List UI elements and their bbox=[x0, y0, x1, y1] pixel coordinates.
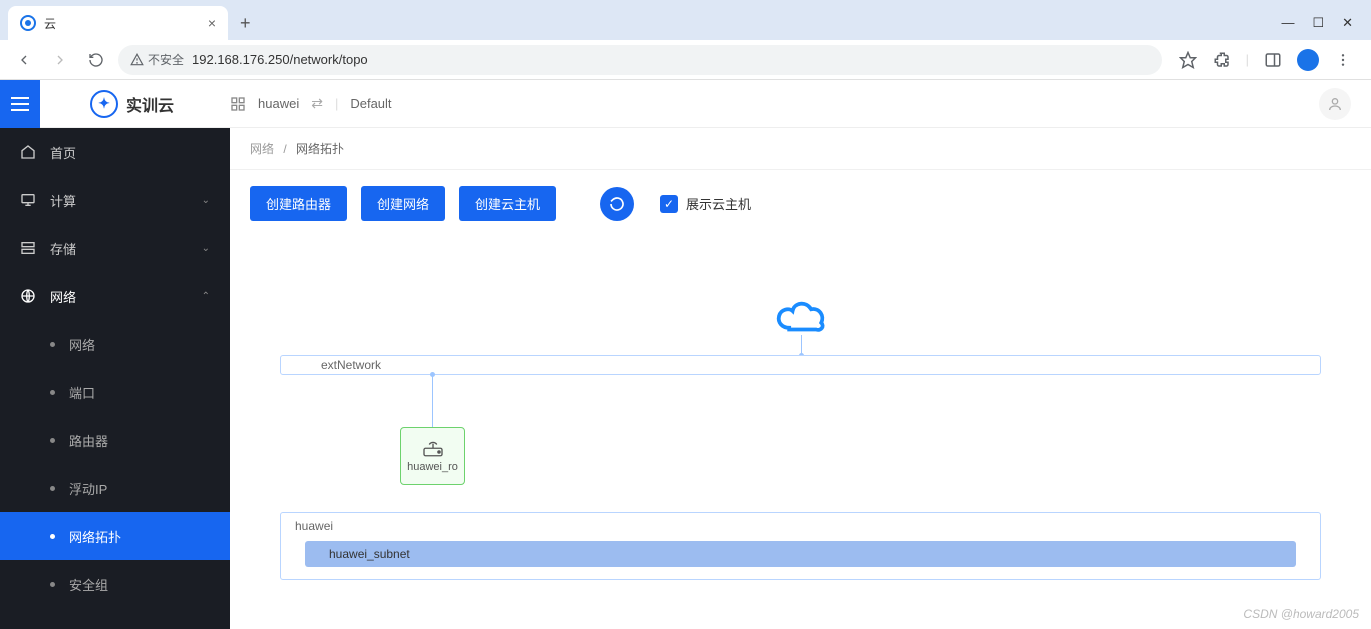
url-box[interactable]: 不安全 192.168.176.250/network/topo bbox=[118, 45, 1162, 75]
close-window-icon[interactable]: ✕ bbox=[1342, 15, 1353, 31]
sidebar-sub-router[interactable]: 路由器 bbox=[0, 416, 230, 464]
sidebar: 首页 计算 ⌄ 存储 ⌄ 网络 ⌃ 网络 端口 路由器 浮动IP 网络拓扑 bbox=[0, 128, 230, 629]
router-node[interactable]: huawei_ro bbox=[400, 427, 465, 485]
url-text: 192.168.176.250/network/topo bbox=[192, 52, 368, 67]
globe-icon bbox=[20, 288, 36, 304]
connector-line bbox=[432, 375, 433, 427]
storage-icon bbox=[20, 240, 36, 256]
sidebar-item-compute[interactable]: 计算 ⌄ bbox=[0, 176, 230, 224]
reload-button[interactable] bbox=[82, 46, 110, 74]
connector-line bbox=[801, 335, 802, 355]
security-warning: 不安全 bbox=[130, 51, 184, 68]
monitor-icon bbox=[20, 192, 36, 208]
refresh-button[interactable] bbox=[600, 187, 634, 221]
sidebar-item-network[interactable]: 网络 ⌃ bbox=[0, 272, 230, 320]
minimize-icon[interactable]: — bbox=[1281, 15, 1294, 31]
create-network-button[interactable]: 创建网络 bbox=[361, 186, 445, 221]
create-vm-button[interactable]: 创建云主机 bbox=[459, 186, 556, 221]
logo: ✦ 实训云 bbox=[40, 90, 190, 118]
window-controls: — ☐ ✕ bbox=[1281, 15, 1371, 31]
profile-avatar-icon[interactable] bbox=[1297, 49, 1319, 71]
address-bar: 不安全 192.168.176.250/network/topo | bbox=[0, 40, 1371, 80]
ext-network-bar[interactable]: extNetwork bbox=[280, 355, 1321, 375]
tenant-name[interactable]: Default bbox=[350, 96, 391, 111]
browser-tab[interactable]: 云 × bbox=[8, 6, 228, 40]
browser-chrome: 云 × + — ☐ ✕ 不安全 192.168.176.250/network/… bbox=[0, 0, 1371, 80]
breadcrumb: 网络 / 网络拓扑 bbox=[230, 128, 1371, 170]
router-icon bbox=[421, 439, 445, 459]
breadcrumb-parent[interactable]: 网络 bbox=[250, 142, 274, 156]
bullet-icon bbox=[50, 486, 55, 491]
logo-text: 实训云 bbox=[126, 92, 174, 116]
grid-icon bbox=[230, 96, 246, 112]
refresh-icon bbox=[609, 196, 625, 212]
create-router-button[interactable]: 创建路由器 bbox=[250, 186, 347, 221]
home-icon bbox=[20, 144, 36, 160]
app-body: 首页 计算 ⌄ 存储 ⌄ 网络 ⌃ 网络 端口 路由器 浮动IP 网络拓扑 bbox=[0, 128, 1371, 629]
router-label: huawei_ro bbox=[405, 461, 460, 473]
header-meta: huawei ⇄ | Default bbox=[230, 95, 392, 112]
sidebar-sub-security-group[interactable]: 安全组 bbox=[0, 560, 230, 608]
forward-button[interactable] bbox=[46, 46, 74, 74]
sidebar-sub-floating-ip[interactable]: 浮动IP bbox=[0, 464, 230, 512]
tab-title: 云 bbox=[44, 15, 200, 32]
sidebar-item-home[interactable]: 首页 bbox=[0, 128, 230, 176]
chevron-down-icon: ⌄ bbox=[202, 243, 210, 254]
warning-icon bbox=[130, 53, 144, 67]
extensions-icon[interactable] bbox=[1212, 50, 1232, 70]
sidebar-sub-port[interactable]: 端口 bbox=[0, 368, 230, 416]
new-tab-button[interactable]: + bbox=[240, 13, 251, 34]
subnet-bar[interactable]: huawei_subnet bbox=[305, 541, 1296, 567]
topology-canvas[interactable]: extNetwork huawei_ro huawei huawei_subne… bbox=[250, 237, 1351, 609]
close-icon[interactable]: × bbox=[208, 15, 216, 31]
user-avatar-icon[interactable] bbox=[1319, 88, 1351, 120]
back-button[interactable] bbox=[10, 46, 38, 74]
bullet-icon bbox=[50, 390, 55, 395]
star-icon[interactable] bbox=[1178, 50, 1198, 70]
maximize-icon[interactable]: ☐ bbox=[1312, 15, 1324, 31]
breadcrumb-current: 网络拓扑 bbox=[296, 142, 344, 156]
kebab-menu-icon[interactable] bbox=[1333, 50, 1353, 70]
sidebar-item-storage[interactable]: 存储 ⌄ bbox=[0, 224, 230, 272]
network-name: huawei bbox=[291, 519, 1310, 533]
side-panel-icon[interactable] bbox=[1263, 50, 1283, 70]
bullet-icon bbox=[50, 342, 55, 347]
tab-bar: 云 × + — ☐ ✕ bbox=[0, 0, 1371, 40]
tab-favicon-icon bbox=[20, 15, 36, 31]
swap-icon[interactable]: ⇄ bbox=[311, 95, 323, 112]
cloud-icon[interactable] bbox=[774, 297, 828, 335]
chevron-up-icon: ⌃ bbox=[202, 291, 210, 302]
bullet-icon bbox=[50, 438, 55, 443]
toolbar: 创建路由器 创建网络 创建云主机 ✓ 展示云主机 bbox=[230, 170, 1371, 237]
logo-icon: ✦ bbox=[90, 90, 118, 118]
sidebar-sub-topology[interactable]: 网络拓扑 bbox=[0, 512, 230, 560]
watermark: CSDN @howard2005 bbox=[1243, 607, 1359, 621]
bullet-icon bbox=[50, 534, 55, 539]
show-vm-toggle[interactable]: ✓ 展示云主机 bbox=[660, 194, 751, 213]
chevron-down-icon: ⌄ bbox=[202, 195, 210, 206]
sidebar-sub-network[interactable]: 网络 bbox=[0, 320, 230, 368]
project-name[interactable]: huawei bbox=[258, 96, 299, 111]
checkbox-checked-icon: ✓ bbox=[660, 195, 678, 213]
bullet-icon bbox=[50, 582, 55, 587]
addr-icons: | bbox=[1170, 49, 1361, 71]
main-content: 网络 / 网络拓扑 创建路由器 创建网络 创建云主机 ✓ 展示云主机 extNe… bbox=[230, 128, 1371, 629]
hamburger-menu-icon[interactable] bbox=[0, 80, 40, 128]
app-header: ✦ 实训云 huawei ⇄ | Default bbox=[0, 80, 1371, 128]
network-box[interactable]: huawei huawei_subnet bbox=[280, 512, 1321, 580]
